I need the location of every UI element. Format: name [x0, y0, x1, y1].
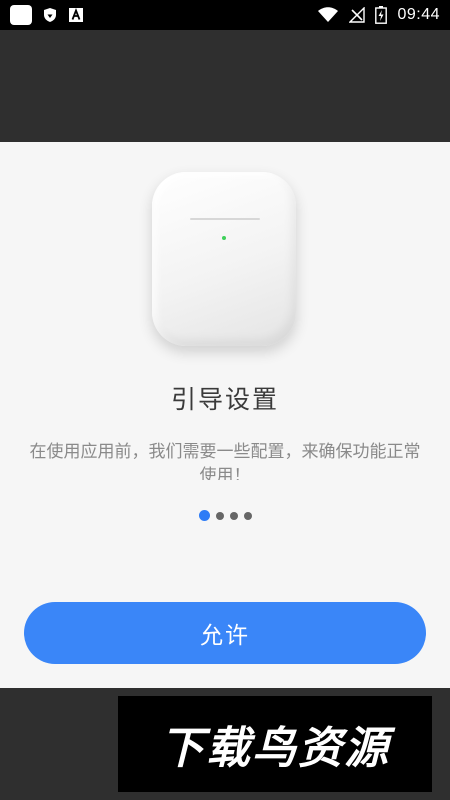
allow-button[interactable]: 允许 — [24, 602, 426, 664]
app-square-icon — [10, 5, 32, 25]
page-dot — [229, 511, 238, 520]
shield-icon — [42, 7, 58, 23]
status-time: 09:44 — [397, 6, 440, 23]
status-bar: 09:44 — [0, 0, 450, 30]
guide-title: 引导设置 — [170, 385, 279, 414]
case-lid-seam — [190, 218, 260, 220]
case-led-icon — [222, 236, 226, 240]
page-dot — [243, 511, 252, 520]
status-right: 09:44 — [317, 6, 440, 24]
watermark-logo: 下载鸟资源 — [118, 696, 432, 792]
earbuds-case — [152, 172, 296, 346]
guide-card: 引导设置 在使用应用前，我们需要一些配置，来确保功能正常使用！ 允许 — [0, 142, 450, 688]
status-left — [10, 5, 84, 25]
wifi-icon — [317, 7, 339, 23]
page-indicator — [0, 510, 450, 521]
page-dot-active — [198, 510, 210, 521]
page-dot — [215, 511, 224, 520]
battery-charging-icon — [375, 6, 388, 24]
earbuds-case-image — [152, 172, 296, 346]
font-a-icon — [68, 7, 84, 23]
no-signal-icon — [349, 7, 366, 23]
guide-description: 在使用应用前，我们需要一些配置，来确保功能正常使用！ — [29, 442, 421, 480]
screen: 09:44 引导设置 在使用应用前，我们需要一些配置，来确保功能正常使用！ 允许… — [0, 0, 450, 800]
dim-overlay-top — [0, 30, 450, 142]
